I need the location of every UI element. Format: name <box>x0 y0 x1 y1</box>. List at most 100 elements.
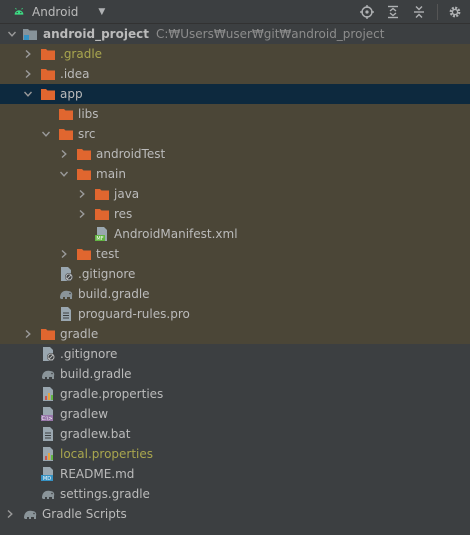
tree-item-label: AndroidManifest.xml <box>114 227 238 241</box>
folder-icon <box>95 209 109 220</box>
tree-row-gradlew-bat[interactable]: gradlew.bat <box>0 424 470 444</box>
tree-item-label: app <box>60 87 83 101</box>
tree-row-app-gitignore[interactable]: .gitignore <box>0 264 470 284</box>
tree-item-label: .gitignore <box>60 347 118 361</box>
gitignore-file-icon <box>43 347 55 361</box>
tree-row-res[interactable]: res <box>0 204 470 224</box>
text-file-icon <box>61 307 71 321</box>
tree-item-label: README.md <box>60 467 135 481</box>
tree-item-label: gradlew <box>60 407 109 421</box>
project-tree: android_project C:₩Users₩user₩git₩android… <box>0 24 470 524</box>
properties-file-icon <box>43 447 53 461</box>
tree-row-android-manifest[interactable]: MF AndroidManifest.xml <box>0 224 470 244</box>
tree-item-label: .idea <box>60 67 90 81</box>
chevron-right-icon[interactable] <box>58 248 70 260</box>
folder-icon <box>77 149 91 160</box>
tree-item-label: build.gradle <box>78 287 150 301</box>
tree-row-gradle-scripts[interactable]: Gradle Scripts <box>0 504 470 524</box>
tree-item-label: java <box>114 187 140 201</box>
tree-row-proguard[interactable]: proguard-rules.pro <box>0 304 470 324</box>
tree-row-app[interactable]: app <box>0 84 470 104</box>
chevron-right-icon[interactable] <box>76 208 88 220</box>
collapse-all-icon[interactable] <box>410 3 428 21</box>
tree-item-label: settings.gradle <box>60 487 150 501</box>
tree-row-main[interactable]: main <box>0 164 470 184</box>
tree-row-gradle-properties[interactable]: gradle.properties <box>0 384 470 404</box>
folder-icon <box>59 109 73 120</box>
project-view-selector[interactable]: Android ▼ <box>12 3 105 21</box>
gradle-elephant-icon <box>60 290 73 299</box>
chevron-right-icon[interactable] <box>58 148 70 160</box>
tree-item-label: main <box>96 167 126 181</box>
folder-icon <box>59 129 73 140</box>
tree-item-label: libs <box>78 107 99 121</box>
tree-item-label: build.gradle <box>60 367 132 381</box>
chevron-right-icon[interactable] <box>22 68 34 80</box>
locate-icon[interactable] <box>358 3 376 21</box>
tree-row-root[interactable]: android_project C:₩Users₩user₩git₩android… <box>0 24 470 44</box>
chevron-right-icon[interactable] <box>22 328 34 340</box>
folder-icon <box>41 329 55 340</box>
tree-item-label: Gradle Scripts <box>42 507 127 521</box>
project-path: C:₩Users₩user₩git₩android_project <box>155 27 385 41</box>
tree-item-label: gradle.properties <box>60 387 164 401</box>
expand-all-icon[interactable] <box>384 3 402 21</box>
tree-item-label: res <box>114 207 133 221</box>
chevron-right-icon[interactable] <box>4 508 16 520</box>
tree-row-app-build-gradle[interactable]: build.gradle <box>0 284 470 304</box>
tree-row-androidtest[interactable]: androidTest <box>0 144 470 164</box>
project-name: android_project <box>43 27 149 41</box>
svg-text:MD: MD <box>43 476 51 482</box>
folder-icon <box>41 69 55 80</box>
tree-row-java[interactable]: java <box>0 184 470 204</box>
chevron-down-icon[interactable] <box>40 128 52 140</box>
folder-icon <box>41 89 55 100</box>
view-mode-label: Android <box>32 5 79 19</box>
tree-row-libs[interactable]: libs <box>0 104 470 124</box>
tree-row-readme[interactable]: MD README.md <box>0 464 470 484</box>
gradle-elephant-icon <box>24 510 37 519</box>
chevron-down-icon: ▼ <box>98 7 106 17</box>
tree-row-gradle-folder[interactable]: gradle <box>0 324 470 344</box>
chevron-down-icon[interactable] <box>22 88 34 100</box>
tree-row-dot-gradle[interactable]: .gradle <box>0 44 470 64</box>
folder-icon <box>77 249 91 260</box>
tree-row-settings-gradle[interactable]: settings.gradle <box>0 484 470 504</box>
project-toolbar: Android ▼ <box>0 0 470 24</box>
tree-row-test[interactable]: test <box>0 244 470 264</box>
toolbar-separator <box>437 4 438 20</box>
svg-text:C:\>: C:\> <box>41 416 52 422</box>
text-file-icon <box>43 427 53 441</box>
settings-icon[interactable] <box>446 3 464 21</box>
chevron-right-icon[interactable] <box>76 188 88 200</box>
tree-item-label: .gradle <box>60 47 103 61</box>
gradle-elephant-icon <box>42 490 55 499</box>
tree-row-root-gitignore[interactable]: .gitignore <box>0 344 470 364</box>
folder-icon <box>41 49 55 60</box>
tree-item-label: androidTest <box>96 147 166 161</box>
folder-icon <box>77 169 91 180</box>
tree-row-root-build-gradle[interactable]: build.gradle <box>0 364 470 384</box>
markdown-file-icon: MD <box>41 467 53 482</box>
svg-text:MF: MF <box>96 236 103 242</box>
tree-row-dot-idea[interactable]: .idea <box>0 64 470 84</box>
gradle-elephant-icon <box>42 370 55 379</box>
chevron-down-icon[interactable] <box>6 28 18 40</box>
tree-item-label: local.properties <box>60 447 154 461</box>
shell-script-icon: C:\> <box>41 407 53 422</box>
tree-row-local-properties[interactable]: local.properties <box>0 444 470 464</box>
chevron-right-icon[interactable] <box>22 48 34 60</box>
tree-row-gradlew[interactable]: C:\> gradlew <box>0 404 470 424</box>
folder-icon <box>95 189 109 200</box>
manifest-file-icon: MF <box>95 227 107 242</box>
module-folder-icon <box>23 29 37 40</box>
tree-item-label: .gitignore <box>78 267 136 281</box>
tree-row-src[interactable]: src <box>0 124 470 144</box>
tree-item-label: gradle <box>60 327 99 341</box>
tree-item-label: src <box>78 127 96 141</box>
tree-item-label: test <box>96 247 120 261</box>
chevron-down-icon[interactable] <box>58 168 70 180</box>
gitignore-file-icon <box>61 267 73 281</box>
android-icon <box>14 7 24 15</box>
tree-item-label: gradlew.bat <box>60 427 131 441</box>
